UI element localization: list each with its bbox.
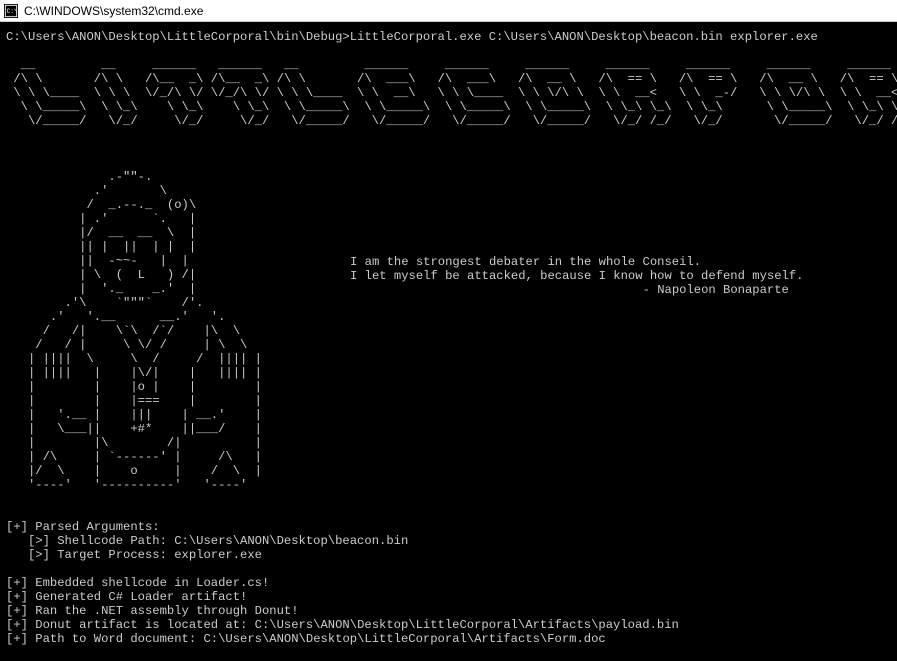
cmd-icon: C:\ bbox=[4, 4, 18, 18]
quote-block: I am the strongest debater in the whole … bbox=[350, 255, 803, 297]
parsed-args-header: [+] Parsed Arguments: bbox=[6, 520, 160, 534]
ran-line: [+] Ran the .NET assembly through Donut! bbox=[6, 604, 299, 618]
word-value: C:\Users\ANON\Desktop\LittleCorporal\Art… bbox=[203, 632, 605, 646]
target-process-label: [>] Target Process: bbox=[6, 548, 174, 562]
terminal-output[interactable]: C:\Users\ANON\Desktop\LittleCorporal\bin… bbox=[0, 22, 897, 652]
target-process-value: explorer.exe bbox=[174, 548, 262, 562]
donut-value: C:\Users\ANON\Desktop\LittleCorporal\Art… bbox=[255, 618, 679, 632]
shellcode-path-value: C:\Users\ANON\Desktop\beacon.bin bbox=[174, 534, 408, 548]
donut-label: [+] Donut artifact is located at: bbox=[6, 618, 255, 632]
quote-line2: I let myself be attacked, because I know… bbox=[350, 269, 803, 283]
word-label: [+] Path to Word document: bbox=[6, 632, 203, 646]
window-titlebar[interactable]: C:\ C:\WINDOWS\system32\cmd.exe bbox=[0, 0, 897, 22]
prompt-command: LittleCorporal.exe C:\Users\ANON\Desktop… bbox=[350, 30, 818, 44]
quote-attribution: - Napoleon Bonaparte bbox=[643, 283, 789, 297]
generated-line: [+] Generated C# Loader artifact! bbox=[6, 590, 247, 604]
window-title: C:\WINDOWS\system32\cmd.exe bbox=[24, 4, 203, 18]
ascii-title-art: __ __ ______ ______ __ ______ ______ ___… bbox=[6, 58, 897, 128]
embedded-line: [+] Embedded shellcode in Loader.cs! bbox=[6, 576, 269, 590]
shellcode-path-label: [>] Shellcode Path: bbox=[6, 534, 174, 548]
quote-line1: I am the strongest debater in the whole … bbox=[350, 255, 701, 269]
ascii-figure-art: .-""-. .' \ / _.--._ (o)\ | .' `. | |/ _… bbox=[6, 170, 313, 492]
prompt-cwd: C:\Users\ANON\Desktop\LittleCorporal\bin… bbox=[6, 30, 350, 44]
svg-text:C:\: C:\ bbox=[7, 7, 18, 14]
